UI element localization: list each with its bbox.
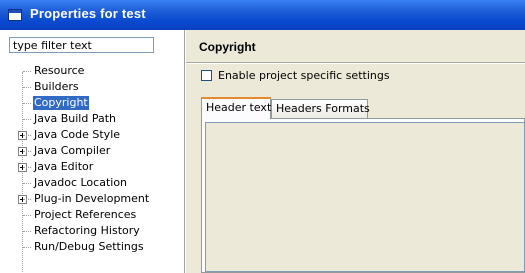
tree-item-label: Project References	[34, 208, 137, 221]
tree-item[interactable]: Java Editor	[0, 159, 184, 175]
tree-item-label: Run/Debug Settings	[34, 240, 144, 253]
property-page: Copyright Enable project specific settin…	[186, 30, 525, 273]
tree-connector	[23, 167, 31, 168]
tree-item[interactable]: Copyright	[0, 95, 184, 111]
tree-item-label: Java Code Style	[34, 128, 121, 141]
header-text-editor[interactable]	[205, 122, 525, 272]
tree-connector	[23, 103, 31, 104]
tree-connector	[23, 247, 31, 248]
tab-label: Header text	[206, 101, 272, 114]
tree-item[interactable]: Java Code Style	[0, 127, 184, 143]
title-bar[interactable]: Properties for test	[0, 0, 525, 30]
preference-tree-pane: Resource Builders Copyright Java Build Path…	[0, 30, 184, 273]
tree-connector	[23, 87, 31, 88]
title-separator-highlight	[186, 63, 525, 64]
tree-item-label: Javadoc Location	[34, 176, 128, 189]
tree-connector	[23, 71, 31, 72]
tab-panel	[201, 118, 525, 273]
tree-connector	[23, 119, 31, 120]
page-title: Copyright	[199, 40, 256, 54]
tree-connector	[23, 135, 31, 136]
tree-item[interactable]: Javadoc Location	[0, 175, 184, 191]
tab-strip: Header text Headers Formats	[201, 97, 525, 119]
properties-dialog: Properties for test Resource Builders Copy…	[0, 0, 525, 273]
enable-project-settings-checkbox[interactable]	[201, 70, 212, 81]
tree-item-label: Refactoring History	[34, 224, 140, 237]
tree-connector	[23, 183, 31, 184]
tree-connector	[23, 215, 31, 216]
tree-item[interactable]: Java Compiler	[0, 143, 184, 159]
tree-item[interactable]: Run/Debug Settings	[0, 239, 184, 255]
tree-item-label: Java Compiler	[34, 144, 111, 157]
tree-item-label: Resource	[34, 64, 85, 77]
tab-header-text[interactable]: Header text	[201, 97, 271, 119]
tree-item-label: Builders	[34, 80, 79, 93]
tree-item-label: Copyright	[33, 96, 89, 110]
window-title: Properties for test	[30, 6, 146, 21]
tree-item[interactable]: Builders	[0, 79, 184, 95]
tree-connector	[23, 151, 31, 152]
tree-item-label: Plug-in Development	[34, 192, 150, 205]
tree-connector	[23, 199, 31, 200]
tab-headers-formats[interactable]: Headers Formats	[271, 99, 370, 118]
filter-input[interactable]	[9, 37, 154, 53]
tree-item[interactable]: Refactoring History	[0, 223, 184, 239]
tree-item[interactable]: Java Build Path	[0, 111, 184, 127]
tree-item-label: Java Editor	[34, 160, 94, 173]
tree-item[interactable]: Resource	[0, 63, 184, 79]
tree-item[interactable]: Project References	[0, 207, 184, 223]
tree-item-label: Java Build Path	[34, 112, 117, 125]
tree-item[interactable]: Plug-in Development	[0, 191, 184, 207]
enable-project-settings-label[interactable]: Enable project specific settings	[218, 69, 390, 82]
window-icon	[8, 9, 22, 21]
tree-connector	[23, 231, 31, 232]
tab-label: Headers Formats	[276, 102, 370, 115]
